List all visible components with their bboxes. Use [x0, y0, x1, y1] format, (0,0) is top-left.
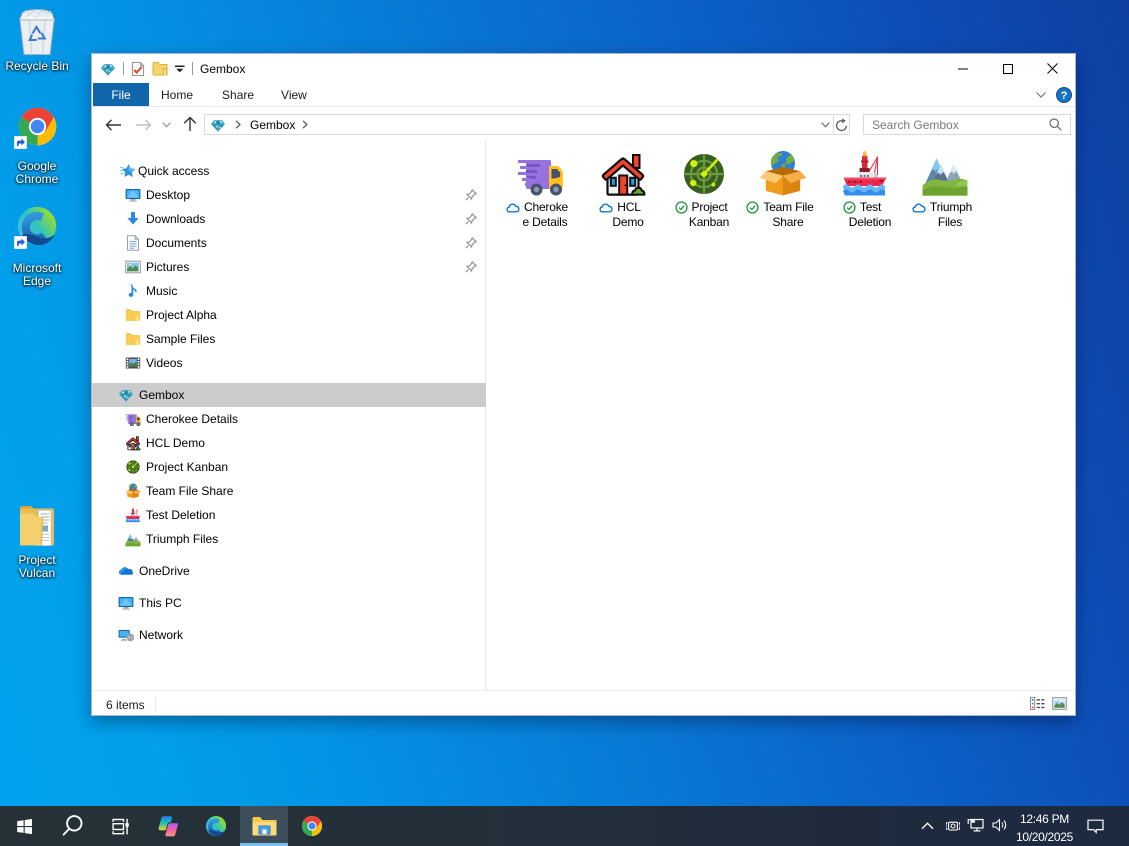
svg-text:?: ?: [1061, 90, 1068, 102]
